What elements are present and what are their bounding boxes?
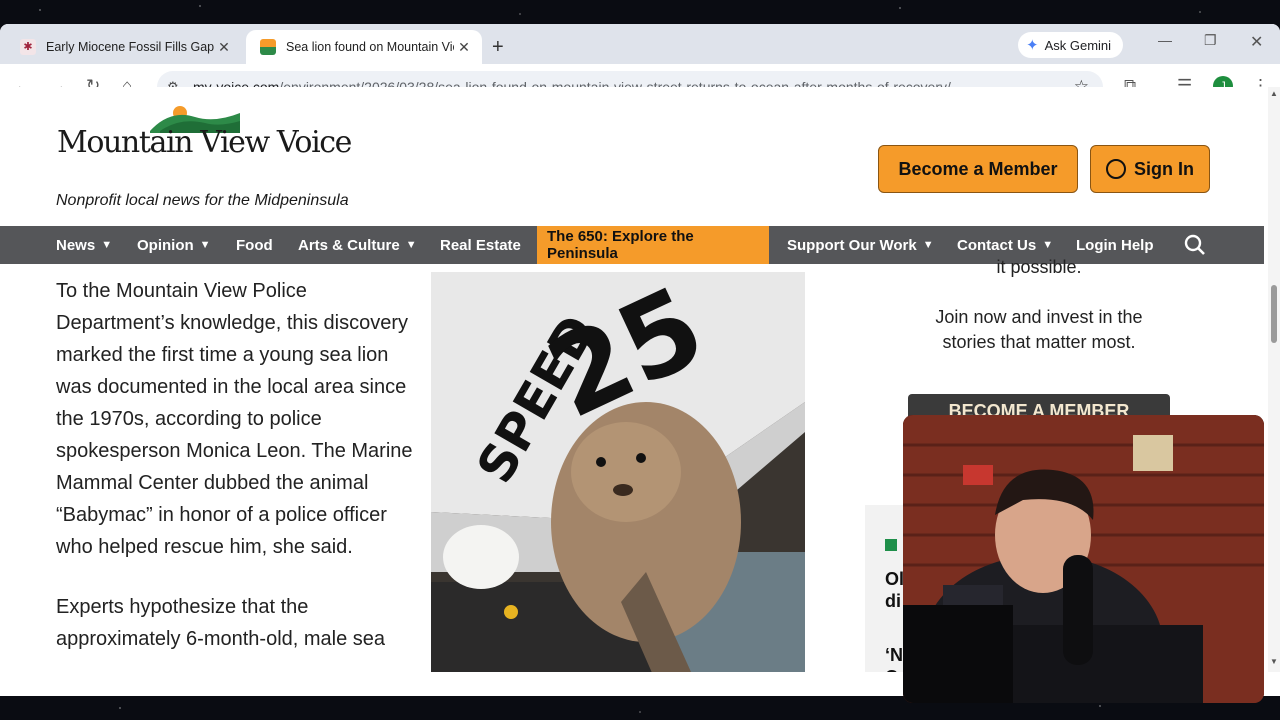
sidebar-text-partial: it possible. <box>996 257 1082 277</box>
search-icon[interactable] <box>1184 234 1206 256</box>
scroll-down-icon[interactable]: ▼ <box>1270 657 1278 666</box>
sea-lion-photo: SPEED 25 <box>431 272 805 672</box>
gemini-spark-icon: ✦ <box>1026 37 1039 54</box>
nav-food[interactable]: Food <box>236 226 273 264</box>
site-logo[interactable]: Mountain View Voice <box>57 125 352 160</box>
scrollbar-thumb[interactable] <box>1271 285 1277 343</box>
list-item-text[interactable]: di <box>885 591 901 612</box>
tab-title: Sea lion found on Mountain View <box>286 40 454 54</box>
nav-label: The 650: Explore the Peninsula <box>547 228 694 262</box>
chevron-down-icon: ▼ <box>199 239 211 251</box>
nav-label: News <box>56 236 96 254</box>
site-favicon-icon: ✱ <box>20 39 36 55</box>
close-tab-icon[interactable]: ✕ <box>454 39 474 56</box>
minimize-icon[interactable]: — <box>1158 32 1172 48</box>
mv-voice-favicon-icon <box>260 39 276 55</box>
article-paragraph: To the Mountain View Police Department’s… <box>56 280 413 558</box>
chevron-down-icon: ▼ <box>922 239 934 251</box>
ask-gemini-label: Ask Gemini <box>1044 37 1112 53</box>
close-tab-icon[interactable]: ✕ <box>214 39 234 56</box>
nav-label: Support Our Work <box>787 236 917 254</box>
sign-in-label: Sign In <box>1134 158 1194 179</box>
sidebar-join-text: Join now and invest in the stories that … <box>935 307 1143 352</box>
sign-in-button[interactable]: Sign In <box>1090 145 1210 193</box>
nav-news[interactable]: News ▼ <box>56 226 112 264</box>
chevron-down-icon: ▼ <box>1042 239 1054 251</box>
page-scrollbar[interactable]: ▲ ▼ <box>1268 87 1280 672</box>
nav-label: Real Estate <box>440 236 521 254</box>
nav-label: Arts & Culture <box>298 236 400 254</box>
section-marker <box>885 539 897 551</box>
restore-icon[interactable]: ❐ <box>1204 32 1217 49</box>
list-item-text[interactable]: Ol <box>885 569 904 590</box>
tab-early-miocene[interactable]: ✱ Early Miocene Fossil Fills Gap in ✕ <box>6 30 244 64</box>
tab-strip: ✱ Early Miocene Fossil Fills Gap in ✕ Se… <box>0 24 1280 64</box>
nav-the-650[interactable]: The 650: Explore the Peninsula <box>537 226 769 264</box>
webcam-overlay <box>903 415 1264 703</box>
article-body: To the Mountain View Police Department’s… <box>56 275 426 672</box>
nav-label: Contact Us <box>957 236 1037 254</box>
scroll-up-icon[interactable]: ▲ <box>1270 89 1278 98</box>
nav-label: Login Help <box>1076 236 1154 254</box>
nav-label: Food <box>236 236 273 254</box>
nav-label: Opinion <box>137 236 194 254</box>
site-tagline: Nonprofit local news for the Midpeninsul… <box>56 192 349 209</box>
tab-title: Early Miocene Fossil Fills Gap in <box>46 40 214 54</box>
tab-sea-lion[interactable]: Sea lion found on Mountain View ✕ <box>246 30 482 64</box>
list-item-text[interactable]: ‘N <box>885 645 903 666</box>
become-member-button[interactable]: Become a Member <box>878 145 1078 193</box>
chevron-down-icon: ▼ <box>405 239 417 251</box>
close-window-icon[interactable]: ✕ <box>1250 32 1263 52</box>
new-tab-icon[interactable]: + <box>492 36 504 59</box>
chevron-down-icon: ▼ <box>101 239 113 251</box>
nav-arts-culture[interactable]: Arts & Culture ▼ <box>298 226 417 264</box>
nav-real-estate[interactable]: Real Estate <box>440 226 521 264</box>
ask-gemini-button[interactable]: ✦ Ask Gemini <box>1018 32 1124 58</box>
article-paragraph: Experts hypothesize that the approximate… <box>56 596 386 650</box>
nav-opinion[interactable]: Opinion ▼ <box>137 226 211 264</box>
user-circle-icon <box>1106 159 1126 179</box>
